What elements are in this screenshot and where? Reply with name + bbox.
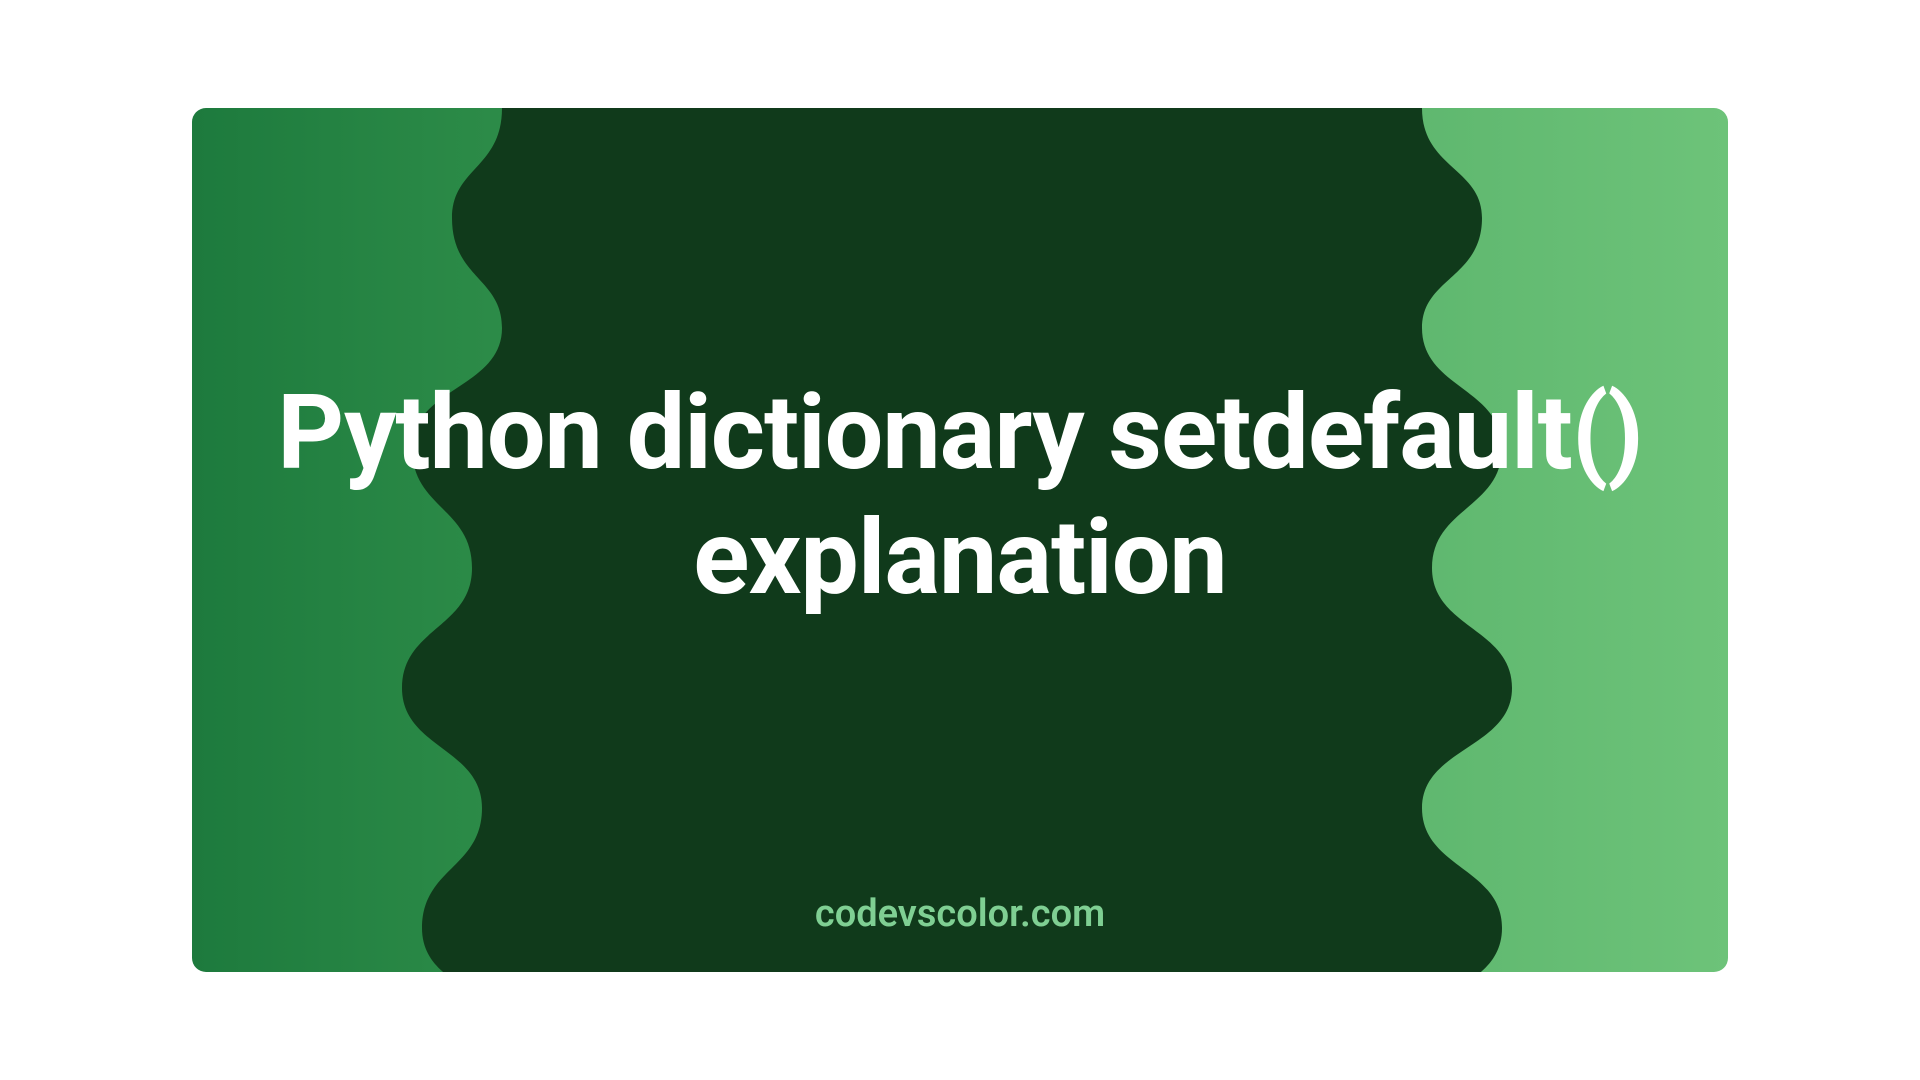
banner-footer: codevscolor.com <box>815 892 1105 936</box>
banner-card: Python dictionary setdefault() explanati… <box>192 108 1728 972</box>
banner-title: Python dictionary setdefault() explanati… <box>269 372 1651 622</box>
